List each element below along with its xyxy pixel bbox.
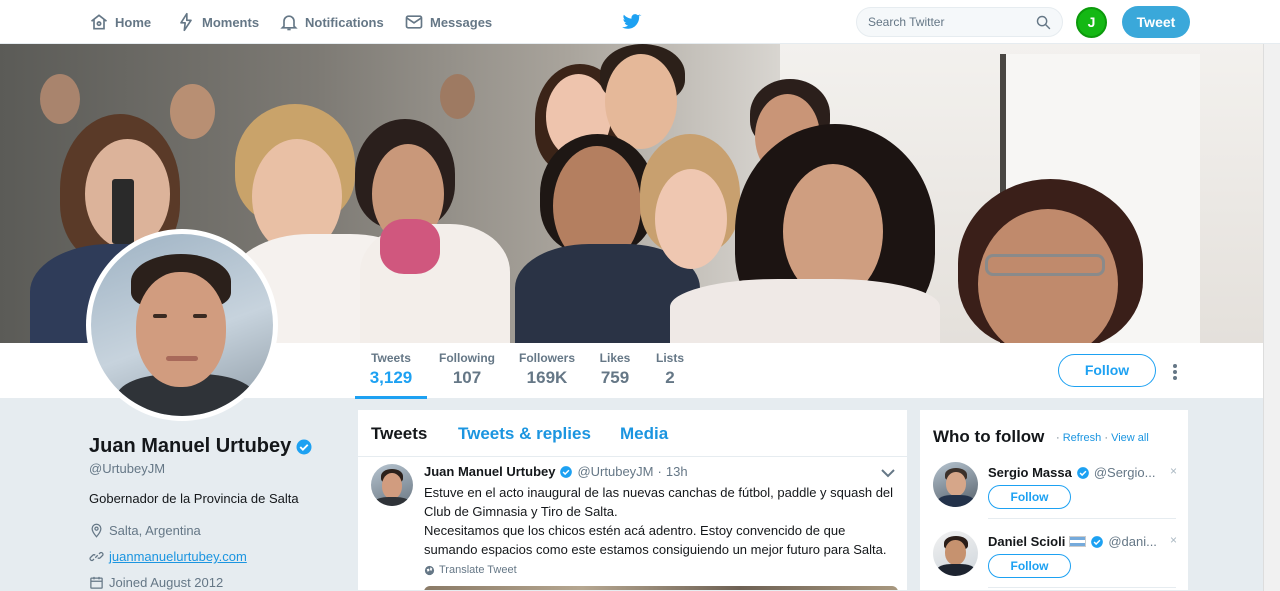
tab-tweets-replies[interactable]: Tweets & replies [458,424,591,444]
profile-name: Juan Manuel Urtubey [89,435,313,458]
tweet-time[interactable]: 13h [666,464,688,479]
suggested-user-name[interactable]: Daniel Scioli [988,534,1065,549]
lightning-icon [180,12,192,32]
stat-tweets[interactable]: Tweets 3,129 [355,351,427,399]
profile-website-link[interactable]: juanmanuelurtubey.com [109,549,247,564]
stat-following-value: 107 [452,368,482,387]
calendar-icon [90,576,103,589]
tweet-author-name[interactable]: Juan Manuel Urtubey [424,464,555,479]
nav-notifications[interactable]: Notifications [279,12,384,32]
profile-bio: Gobernador de la Provincia de Salta [89,491,299,506]
refresh-link[interactable]: Refresh [1063,432,1102,444]
bell-icon [280,15,298,31]
timeline-tabs: Tweets Tweets & replies Media [358,410,907,457]
nav-moments-label: Moments [202,14,260,30]
tweet-text-line1: Estuve en el acto inaugural de las nueva… [424,485,894,519]
account-avatar[interactable]: J [1076,7,1107,38]
scrollbar[interactable] [1263,44,1280,591]
stat-likes-value: 759 [600,368,630,387]
who-to-follow-links: · Refresh · View all [1056,432,1149,444]
verified-badge-icon [1076,466,1089,479]
tab-media[interactable]: Media [620,424,668,444]
stat-following-label: Following [439,351,495,365]
nav-messages[interactable]: Messages [404,12,492,32]
top-nav: Home Moments Notifications Messages J Tw… [0,0,1280,44]
follow-button[interactable]: Follow [988,554,1071,578]
translate-tweet-label: Translate Tweet [439,564,517,576]
follow-button[interactable]: Follow [1058,354,1156,387]
nav-moments[interactable]: Moments [176,12,259,32]
envelope-icon [405,15,423,29]
search-icon[interactable] [1035,14,1052,31]
links-separator: · [1104,432,1108,444]
tweet-separator: · [657,464,662,479]
profile-name-text: Juan Manuel Urtubey [89,435,292,457]
tab-tweets[interactable]: Tweets [371,424,427,444]
tweet-text: Estuve en el acto inaugural de las nueva… [424,483,894,559]
link-icon [89,551,104,562]
suggested-user-avatar[interactable] [933,462,978,507]
profile-joined: Joined August 2012 [89,575,223,590]
suggested-user[interactable]: Sergio Massa @Sergio... Follow × [920,462,1188,530]
compose-tweet-button[interactable]: Tweet [1122,6,1190,38]
suggested-user-avatar[interactable] [933,531,978,576]
argentina-flag-icon [1069,536,1087,547]
home-icon [90,14,108,30]
view-all-link[interactable]: View all [1111,432,1149,444]
profile-location-text: Salta, Argentina [109,523,201,538]
stat-likes[interactable]: Likes 759 [594,351,636,388]
verified-badge-icon [1091,535,1104,548]
suggested-user-handle[interactable]: @dani... [1108,534,1157,549]
suggested-user-name-row: Sergio Massa @Sergio... [988,465,1155,480]
verified-badge-icon [560,465,573,478]
stat-following[interactable]: Following 107 [436,351,498,388]
dismiss-icon[interactable]: × [1170,533,1177,547]
more-options-icon[interactable] [1170,362,1180,382]
nav-home[interactable]: Home [89,12,151,32]
stat-tweets-value: 3,129 [369,368,413,387]
timeline: Tweets Tweets & replies Media Juan Manue… [357,409,908,591]
suggested-user-handle[interactable]: @Sergio... [1094,465,1156,480]
who-to-follow: Who to follow · Refresh · View all Sergi… [919,409,1189,591]
suggested-user[interactable]: Daniel Scioli @dani... Follow × [920,531,1188,590]
stat-lists-value: 2 [665,368,675,387]
stat-tweets-label: Tweets [371,351,411,365]
profile-avatar[interactable] [86,229,278,421]
nav-notifications-label: Notifications [305,14,384,30]
suggested-user-name-row: Daniel Scioli @dani... [988,534,1157,549]
tweet-text-line2: Necesitamos que los chicos estén acá ade… [424,523,887,557]
profile-handle[interactable]: @UrtubeyJM [89,461,165,476]
translate-tweet[interactable]: Translate Tweet [424,564,517,576]
profile-website: juanmanuelurtubey.com [89,549,247,564]
verified-badge-icon [296,439,312,454]
tweet-media-image[interactable] [424,586,898,590]
profile-location: Salta, Argentina [89,523,201,538]
dismiss-icon[interactable]: × [1170,464,1177,478]
chevron-down-icon[interactable] [881,468,895,478]
who-to-follow-title: Who to follow [933,427,1045,446]
search-box [856,7,1063,37]
profile-joined-text: Joined August 2012 [109,575,224,590]
nav-messages-label: Messages [430,14,493,30]
nav-home-label: Home [115,14,152,30]
follow-button[interactable]: Follow [988,485,1071,509]
search-input[interactable] [857,8,1017,36]
stat-followers[interactable]: Followers 169K [516,351,578,388]
globe-icon [424,565,435,575]
stat-lists-label: Lists [655,351,684,365]
stat-likes-label: Likes [599,351,631,365]
stat-lists[interactable]: Lists 2 [652,351,688,388]
tweet-header: Juan Manuel Urtubey @UrtubeyJM · 13h [424,464,688,479]
twitter-bird-icon[interactable] [620,11,642,33]
location-pin-icon [91,523,102,538]
suggested-user-name[interactable]: Sergio Massa [988,465,1072,480]
stat-followers-label: Followers [518,351,575,365]
stat-followers-value: 169K [526,368,568,387]
links-separator: · [1056,432,1060,444]
tweet-author-avatar[interactable] [371,464,413,506]
tweet-author-handle[interactable]: @UrtubeyJM [577,464,653,479]
